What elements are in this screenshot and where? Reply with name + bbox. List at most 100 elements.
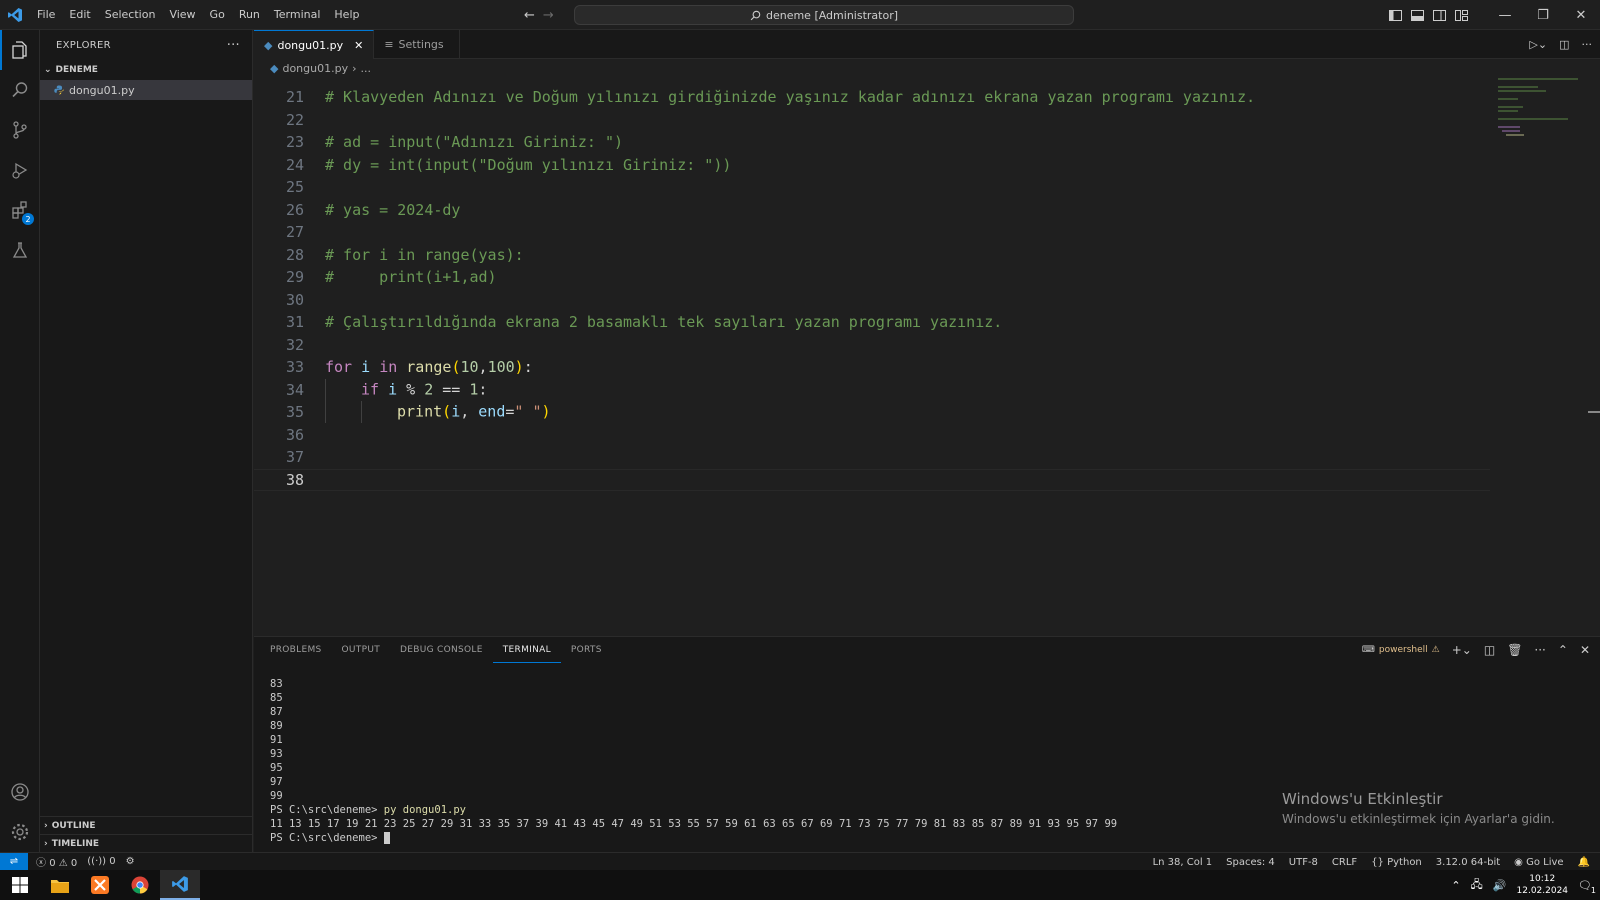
more-actions-icon[interactable]: ··· <box>1582 38 1593 51</box>
line-number: 31 <box>285 313 304 332</box>
restore-icon[interactable]: ❐ <box>1524 0 1562 30</box>
menu-item-selection[interactable]: Selection <box>98 0 163 30</box>
volume-icon[interactable]: 🔊 <box>1493 879 1507 892</box>
indent-guide <box>325 378 361 401</box>
terminal-current-line[interactable]: PS C:\src\deneme> <box>270 831 1117 845</box>
language-mode[interactable]: {} Python <box>1371 857 1422 868</box>
maximize-panel-icon[interactable]: ⌃ <box>1558 643 1568 657</box>
remote-indicator-icon[interactable]: ⇌ <box>0 852 28 871</box>
panel-tab-debug-console[interactable]: DEBUG CONSOLE <box>390 637 493 663</box>
indentation[interactable]: Spaces: 4 <box>1226 857 1275 868</box>
outline-section[interactable]: › OUTLINE <box>40 816 253 834</box>
line-number: 35 <box>285 403 304 422</box>
split-terminal-icon[interactable]: ◫ <box>1484 643 1495 657</box>
ports-indicator[interactable]: ((·)) 0 <box>87 856 115 867</box>
file-explorer-icon[interactable] <box>40 870 80 900</box>
debug-icon[interactable]: ⚙ <box>126 856 135 867</box>
back-arrow-icon[interactable]: ← <box>524 8 535 23</box>
notifications-bell-icon[interactable]: 🔔 <box>1578 857 1590 868</box>
clock[interactable]: 10:12 12.02.2024 <box>1517 873 1569 897</box>
braces-icon: {} <box>1371 856 1384 868</box>
breadcrumb-more[interactable]: ... <box>361 62 372 75</box>
panel-tab-ports[interactable]: PORTS <box>561 637 612 663</box>
menu-item-file[interactable]: File <box>30 0 62 30</box>
encoding[interactable]: UTF-8 <box>1289 857 1318 868</box>
close-window-icon[interactable]: ✕ <box>1562 0 1600 30</box>
accounts-icon[interactable] <box>0 772 40 812</box>
menu-item-run[interactable]: Run <box>232 0 267 30</box>
manage-gear-icon[interactable] <box>0 812 40 852</box>
terminal-line: 91 <box>270 734 283 746</box>
code-editor[interactable]: 21 # Klavyeden Adınızı ve Doğum yılınızı … <box>254 86 1490 636</box>
panel-tab-problems[interactable]: PROBLEMS <box>260 637 332 663</box>
menu-item-terminal[interactable]: Terminal <box>267 0 328 30</box>
explorer-icon[interactable] <box>0 30 40 70</box>
toggle-secondary-sidebar-icon[interactable] <box>1428 0 1450 30</box>
minimize-icon[interactable]: — <box>1486 0 1524 30</box>
xampp-icon[interactable] <box>80 870 120 900</box>
more-actions-icon[interactable]: ··· <box>1534 643 1545 657</box>
tab-settings[interactable]: ≡ Settings <box>374 30 461 59</box>
editor-tabs: ◆ dongu01.py ✕ ≡ Settings <box>254 30 1600 59</box>
toggle-panel-icon[interactable] <box>1406 0 1428 30</box>
folder-header[interactable]: ⌄ DENEME <box>40 60 252 80</box>
split-editor-icon[interactable]: ◫ <box>1559 38 1569 51</box>
file-item[interactable]: dongu01.py <box>40 80 252 100</box>
minimap[interactable] <box>1498 78 1598 148</box>
breadcrumb-separator-icon: › <box>352 61 357 75</box>
terminal-shell-selector[interactable]: ⌨ powershell ⚠ <box>1362 645 1440 655</box>
antenna-icon: ((·)) <box>87 856 107 867</box>
timeline-section[interactable]: › TIMELINE <box>40 834 253 852</box>
toggle-primary-sidebar-icon[interactable] <box>1384 0 1406 30</box>
menu-item-go[interactable]: Go <box>203 0 232 30</box>
extensions-icon[interactable]: 2 <box>0 190 40 230</box>
go-live-button[interactable]: ◉ Go Live <box>1514 857 1563 868</box>
code-token: # Çalıştırıldığında ekrana 2 basamaklı t… <box>325 313 1003 332</box>
new-terminal-icon[interactable]: +⌄ <box>1452 643 1472 657</box>
tab-dongu01[interactable]: ◆ dongu01.py ✕ <box>254 30 375 59</box>
tray-chevron-up-icon[interactable]: ⌃ <box>1451 879 1460 892</box>
panel-tab-output[interactable]: OUTPUT <box>332 637 390 663</box>
chevron-down-icon: ⌄ <box>44 65 52 75</box>
kill-terminal-icon[interactable]: 🗑 <box>1507 643 1522 657</box>
line-ending[interactable]: CRLF <box>1332 857 1357 868</box>
menu-item-help[interactable]: Help <box>327 0 366 30</box>
search-activity-icon[interactable] <box>0 70 40 110</box>
ports-count: 0 <box>109 856 116 867</box>
breadcrumb-file[interactable]: dongu01.py <box>282 62 348 75</box>
indent-guide <box>361 401 397 424</box>
python-interpreter[interactable]: 3.12.0 64-bit <box>1436 857 1500 868</box>
explorer-sidebar: EXPLORER ··· ⌄ DENEME dongu01.py › OUTLI… <box>40 30 253 852</box>
code-token: ) <box>514 358 524 377</box>
code-token: range <box>406 358 452 377</box>
close-panel-icon[interactable]: ✕ <box>1580 643 1590 657</box>
source-control-icon[interactable] <box>0 110 40 150</box>
network-icon[interactable]: 🖧 <box>1471 876 1483 895</box>
go-live-label: Go Live <box>1526 856 1564 868</box>
warning-icon: ⚠ <box>1431 645 1440 655</box>
code-token: " " <box>514 402 542 421</box>
testing-icon[interactable] <box>0 230 40 270</box>
notification-center-icon[interactable]: 🗨 1 <box>1578 879 1596 895</box>
chevron-right-icon: › <box>44 838 48 849</box>
problems-indicator[interactable]: ⓧ 0 ⚠ 0 <box>36 854 77 869</box>
scrollbar-marker[interactable] <box>1588 411 1600 413</box>
terminal-output[interactable]: 83 85 87 89 91 93 95 97 99 PS C:\src\deneme> py … <box>270 677 1117 845</box>
close-tab-icon[interactable]: ✕ <box>354 39 363 52</box>
status-left: ⓧ 0 ⚠ 0 ((·)) 0 ⚙ <box>28 854 135 869</box>
run-debug-icon[interactable] <box>0 150 40 190</box>
menu-item-edit[interactable]: Edit <box>62 0 97 30</box>
cursor-position[interactable]: Ln 38, Col 1 <box>1153 857 1213 868</box>
vscode-taskbar-icon[interactable] <box>160 870 200 900</box>
command-center[interactable]: deneme [Administrator] <box>574 5 1074 25</box>
forward-arrow-icon[interactable]: → <box>543 8 554 23</box>
customize-layout-icon[interactable] <box>1450 0 1472 30</box>
run-python-icon[interactable]: ▷⌄ <box>1529 38 1547 51</box>
line-number: 24 <box>285 155 304 174</box>
more-actions-icon[interactable]: ··· <box>227 38 240 53</box>
windows-start-icon[interactable] <box>0 870 40 900</box>
menu-item-view[interactable]: View <box>162 0 202 30</box>
panel-tab-terminal[interactable]: TERMINAL <box>492 637 561 663</box>
chrome-icon[interactable] <box>120 870 160 900</box>
sidebar-bottom-sections: › OUTLINE › TIMELINE <box>40 816 253 852</box>
